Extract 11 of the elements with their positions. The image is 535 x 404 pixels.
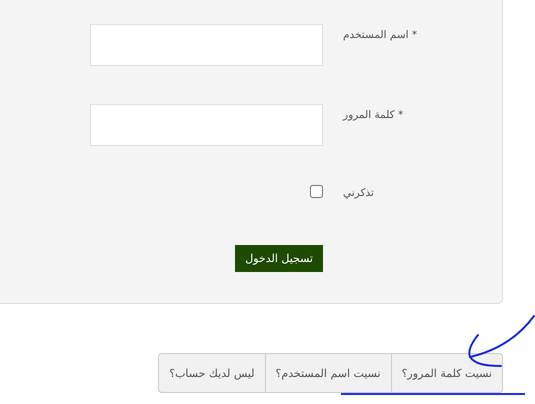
link-button[interactable]: ليس لديك حساب؟ (158, 353, 266, 393)
login-button[interactable]: تسجيل الدخول (235, 245, 323, 272)
input-field[interactable] (90, 104, 323, 146)
remember-checkbox[interactable] (310, 185, 323, 198)
field-label: * اسم المستخدم (343, 28, 418, 41)
input-field[interactable] (90, 24, 323, 66)
annotation-arrow-drawing (468, 315, 535, 367)
field-label: * كلمة المرور (343, 108, 404, 121)
checkbox-label: تذكرني (343, 186, 374, 199)
link-button[interactable]: نسيت كلمة المرور؟ (390, 353, 503, 393)
link-button[interactable]: نسيت اسم المستخدم؟ (264, 353, 392, 393)
